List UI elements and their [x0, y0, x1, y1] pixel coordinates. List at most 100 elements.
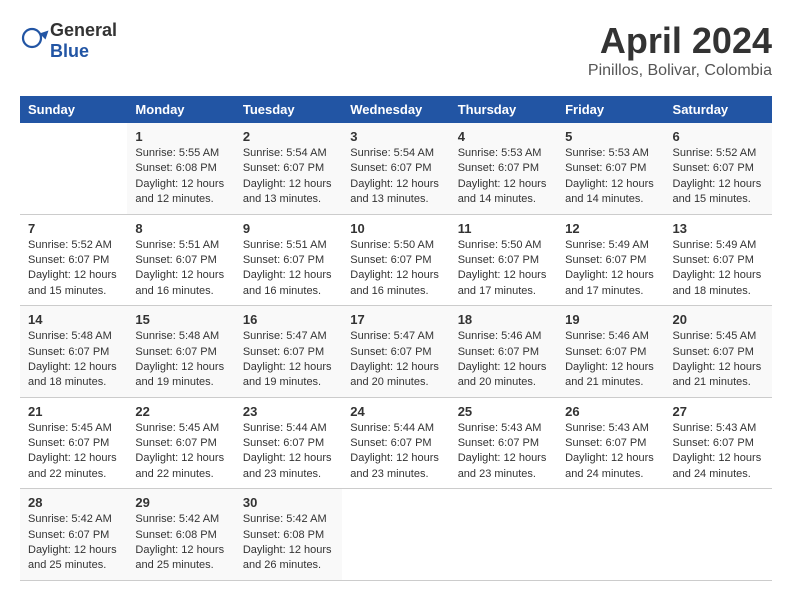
day-number: 14 — [28, 312, 119, 327]
day-info: Sunrise: 5:53 AMSunset: 6:07 PMDaylight:… — [458, 146, 549, 208]
calendar-cell: 3 Sunrise: 5:54 AMSunset: 6:07 PMDaylight… — [342, 123, 449, 214]
calendar-cell — [557, 489, 664, 581]
day-info: Sunrise: 5:54 AMSunset: 6:07 PMDaylight:… — [350, 146, 441, 208]
day-info: Sunrise: 5:53 AMSunset: 6:07 PMDaylight:… — [565, 146, 656, 208]
calendar-week-row: 1 Sunrise: 5:55 AMSunset: 6:08 PMDaylight… — [20, 123, 772, 214]
calendar-cell — [665, 489, 772, 581]
day-number: 3 — [350, 129, 441, 144]
header-saturday: Saturday — [665, 96, 772, 123]
day-info: Sunrise: 5:51 AMSunset: 6:07 PMDaylight:… — [135, 238, 226, 300]
day-info: Sunrise: 5:48 AMSunset: 6:07 PMDaylight:… — [28, 329, 119, 391]
day-info: Sunrise: 5:45 AMSunset: 6:07 PMDaylight:… — [135, 421, 226, 483]
day-number: 2 — [243, 129, 334, 144]
day-number: 4 — [458, 129, 549, 144]
day-info: Sunrise: 5:44 AMSunset: 6:07 PMDaylight:… — [243, 421, 334, 483]
day-number: 19 — [565, 312, 656, 327]
calendar-week-row: 7Sunrise: 5:52 AMSunset: 6:07 PMDaylight… — [20, 214, 772, 306]
day-number: 26 — [565, 404, 656, 419]
day-info: Sunrise: 5:42 AMSunset: 6:07 PMDaylight:… — [28, 512, 119, 574]
logo-icon — [20, 26, 50, 56]
calendar-cell: 29 Sunrise: 5:42 AMSunset: 6:08 PMDayligh… — [127, 489, 234, 581]
day-info: Sunrise: 5:55 AMSunset: 6:08 PMDaylight:… — [135, 146, 226, 208]
calendar-cell: 18Sunrise: 5:46 AMSunset: 6:07 PMDayligh… — [450, 306, 557, 398]
day-info: Sunrise: 5:43 AMSunset: 6:07 PMDaylight:… — [673, 421, 764, 483]
calendar-cell: 9 Sunrise: 5:51 AMSunset: 6:07 PMDaylight… — [235, 214, 342, 306]
day-info: Sunrise: 5:49 AMSunset: 6:07 PMDaylight:… — [673, 238, 764, 300]
day-info: Sunrise: 5:46 AMSunset: 6:07 PMDaylight:… — [565, 329, 656, 391]
calendar-cell: 7Sunrise: 5:52 AMSunset: 6:07 PMDaylight… — [20, 214, 127, 306]
day-info: Sunrise: 5:49 AMSunset: 6:07 PMDaylight:… — [565, 238, 656, 300]
calendar-cell: 10 Sunrise: 5:50 AMSunset: 6:07 PMDayligh… — [342, 214, 449, 306]
day-number: 27 — [673, 404, 764, 419]
day-number: 6 — [673, 129, 764, 144]
calendar-cell: 15 Sunrise: 5:48 AMSunset: 6:07 PMDayligh… — [127, 306, 234, 398]
calendar-cell: 19 Sunrise: 5:46 AMSunset: 6:07 PMDayligh… — [557, 306, 664, 398]
logo: General Blue — [20, 20, 117, 62]
calendar-cell: 4 Sunrise: 5:53 AMSunset: 6:07 PMDaylight… — [450, 123, 557, 214]
day-info: Sunrise: 5:47 AMSunset: 6:07 PMDaylight:… — [243, 329, 334, 391]
calendar-cell: 8 Sunrise: 5:51 AMSunset: 6:07 PMDaylight… — [127, 214, 234, 306]
calendar-cell: 21Sunrise: 5:45 AMSunset: 6:07 PMDayligh… — [20, 397, 127, 489]
day-number: 5 — [565, 129, 656, 144]
calendar-cell: 13 Sunrise: 5:49 AMSunset: 6:07 PMDayligh… — [665, 214, 772, 306]
day-number: 8 — [135, 221, 226, 236]
day-number: 10 — [350, 221, 441, 236]
page-header: General Blue April 2024 Pinillos, Boliva… — [20, 20, 772, 80]
logo-general: General — [50, 20, 117, 40]
day-info: Sunrise: 5:52 AMSunset: 6:07 PMDaylight:… — [673, 146, 764, 208]
day-number: 29 — [135, 495, 226, 510]
day-info: Sunrise: 5:46 AMSunset: 6:07 PMDaylight:… — [458, 329, 549, 391]
calendar-cell — [450, 489, 557, 581]
calendar-cell: 22Sunrise: 5:45 AMSunset: 6:07 PMDayligh… — [127, 397, 234, 489]
header-tuesday: Tuesday — [235, 96, 342, 123]
header-wednesday: Wednesday — [342, 96, 449, 123]
day-number: 25 — [458, 404, 549, 419]
calendar-cell: 24 Sunrise: 5:44 AMSunset: 6:07 PMDayligh… — [342, 397, 449, 489]
calendar-cell: 2 Sunrise: 5:54 AMSunset: 6:07 PMDaylight… — [235, 123, 342, 214]
day-number: 13 — [673, 221, 764, 236]
header-sunday: Sunday — [20, 96, 127, 123]
calendar-week-row: 14 Sunrise: 5:48 AMSunset: 6:07 PMDayligh… — [20, 306, 772, 398]
calendar-week-row: 21Sunrise: 5:45 AMSunset: 6:07 PMDayligh… — [20, 397, 772, 489]
day-info: Sunrise: 5:54 AMSunset: 6:07 PMDaylight:… — [243, 146, 334, 208]
calendar-cell: 11Sunrise: 5:50 AMSunset: 6:07 PMDayligh… — [450, 214, 557, 306]
day-number: 24 — [350, 404, 441, 419]
day-info: Sunrise: 5:42 AMSunset: 6:08 PMDaylight:… — [135, 512, 226, 574]
day-info: Sunrise: 5:43 AMSunset: 6:07 PMDaylight:… — [458, 421, 549, 483]
day-number: 12 — [565, 221, 656, 236]
day-info: Sunrise: 5:51 AMSunset: 6:07 PMDaylight:… — [243, 238, 334, 300]
day-info: Sunrise: 5:42 AMSunset: 6:08 PMDaylight:… — [243, 512, 334, 574]
calendar-header-row: Sunday Monday Tuesday Wednesday Thursday… — [20, 96, 772, 123]
calendar-cell: 20Sunrise: 5:45 AMSunset: 6:07 PMDayligh… — [665, 306, 772, 398]
calendar-cell — [20, 123, 127, 214]
calendar-cell: 1 Sunrise: 5:55 AMSunset: 6:08 PMDaylight… — [127, 123, 234, 214]
calendar-cell: 12 Sunrise: 5:49 AMSunset: 6:07 PMDayligh… — [557, 214, 664, 306]
day-number: 16 — [243, 312, 334, 327]
header-friday: Friday — [557, 96, 664, 123]
day-number: 9 — [243, 221, 334, 236]
day-info: Sunrise: 5:52 AMSunset: 6:07 PMDaylight:… — [28, 238, 119, 300]
logo-blue: Blue — [50, 41, 89, 61]
day-info: Sunrise: 5:50 AMSunset: 6:07 PMDaylight:… — [350, 238, 441, 300]
header-thursday: Thursday — [450, 96, 557, 123]
day-number: 30 — [243, 495, 334, 510]
calendar-week-row: 28 Sunrise: 5:42 AMSunset: 6:07 PMDayligh… — [20, 489, 772, 581]
day-info: Sunrise: 5:44 AMSunset: 6:07 PMDaylight:… — [350, 421, 441, 483]
day-info: Sunrise: 5:47 AMSunset: 6:07 PMDaylight:… — [350, 329, 441, 391]
header-monday: Monday — [127, 96, 234, 123]
day-info: Sunrise: 5:48 AMSunset: 6:07 PMDaylight:… — [135, 329, 226, 391]
day-info: Sunrise: 5:45 AMSunset: 6:07 PMDaylight:… — [28, 421, 119, 483]
calendar-cell — [342, 489, 449, 581]
day-info: Sunrise: 5:50 AMSunset: 6:07 PMDaylight:… — [458, 238, 549, 300]
calendar-cell: 25 Sunrise: 5:43 AMSunset: 6:07 PMDayligh… — [450, 397, 557, 489]
day-number: 1 — [135, 129, 226, 144]
day-number: 17 — [350, 312, 441, 327]
calendar-cell: 16 Sunrise: 5:47 AMSunset: 6:07 PMDayligh… — [235, 306, 342, 398]
day-number: 15 — [135, 312, 226, 327]
title-area: April 2024 Pinillos, Bolivar, Colombia — [588, 20, 772, 80]
calendar-cell: 27 Sunrise: 5:43 AMSunset: 6:07 PMDayligh… — [665, 397, 772, 489]
day-number: 20 — [673, 312, 764, 327]
day-number: 28 — [28, 495, 119, 510]
day-info: Sunrise: 5:43 AMSunset: 6:07 PMDaylight:… — [565, 421, 656, 483]
calendar-cell: 5 Sunrise: 5:53 AMSunset: 6:07 PMDaylight… — [557, 123, 664, 214]
